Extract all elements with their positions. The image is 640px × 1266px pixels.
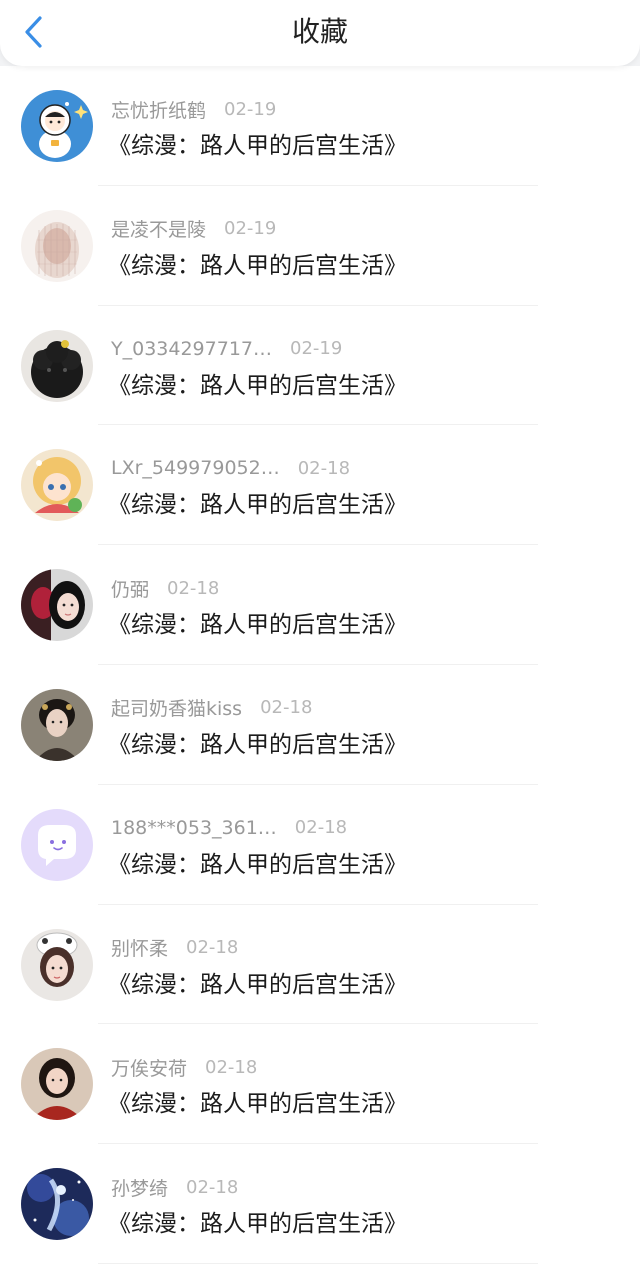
avatar[interactable] — [21, 449, 93, 522]
list-item[interactable]: 是凌不是陵 02-19 《综漫：路人甲的后宫生活》 — [0, 186, 640, 306]
item-meta: 孙梦绮 02-18 — [111, 1174, 238, 1200]
item-date: 02-19 — [224, 218, 277, 240]
item-date: 02-19 — [224, 98, 277, 120]
avatar[interactable] — [21, 209, 93, 282]
work-title[interactable]: 《综漫：路人甲的后宫生活》 — [108, 849, 407, 881]
top-bar: 收藏 — [0, 0, 640, 66]
list-item[interactable]: 忘忧折纸鹤 02-19 《综漫：路人甲的后宫生活》 — [0, 66, 640, 186]
item-meta: 188***053_361… 02-18 — [111, 815, 347, 841]
list-item[interactable]: 别怀柔 02-18 《综漫：路人甲的后宫生活》 — [0, 905, 640, 1025]
avatar[interactable] — [21, 1168, 93, 1241]
user-name[interactable]: 188***053_361… — [111, 817, 277, 839]
user-name[interactable]: 忘忧折纸鹤 — [111, 96, 206, 123]
user-name[interactable]: Y_0334297717… — [111, 338, 272, 360]
work-title[interactable]: 《综漫：路人甲的后宫生活》 — [108, 969, 407, 1001]
avatar[interactable] — [21, 569, 93, 642]
item-date: 02-18 — [297, 457, 351, 479]
work-title[interactable]: 《综漫：路人甲的后宫生活》 — [108, 609, 407, 641]
avatar[interactable] — [21, 1048, 93, 1121]
item-date: 02-18 — [260, 697, 313, 719]
work-title[interactable]: 《综漫：路人甲的后宫生活》 — [108, 1088, 407, 1120]
work-title[interactable]: 《综漫：路人甲的后宫生活》 — [108, 1208, 407, 1240]
list-item[interactable]: 188***053_361… 02-18 《综漫：路人甲的后宫生活》 — [0, 785, 640, 905]
work-title[interactable]: 《综漫：路人甲的后宫生活》 — [108, 370, 407, 402]
user-name[interactable]: 别怀柔 — [111, 934, 168, 961]
avatar[interactable] — [21, 90, 93, 162]
list-item[interactable]: 仍弼 02-18 《综漫：路人甲的后宫生活》 — [0, 545, 640, 665]
work-title[interactable]: 《综漫：路人甲的后宫生活》 — [108, 250, 407, 282]
user-name[interactable]: 仍弼 — [111, 575, 149, 602]
avatar[interactable] — [21, 688, 93, 761]
list-item[interactable]: 孙梦绮 02-18 《综漫：路人甲的后宫生活》 — [0, 1144, 640, 1264]
page-title: 收藏 — [291, 15, 348, 48]
avatar[interactable] — [21, 808, 93, 881]
item-meta: 是凌不是陵 02-19 — [111, 216, 276, 242]
work-title[interactable]: 《综漫：路人甲的后宫生活》 — [108, 729, 407, 761]
item-date: 02-18 — [205, 1056, 258, 1078]
user-name[interactable]: 万俟安荷 — [111, 1054, 187, 1081]
item-date: 02-18 — [186, 937, 239, 959]
work-title[interactable]: 《综漫：路人甲的后宫生活》 — [108, 489, 407, 521]
item-meta: 仍弼 02-18 — [111, 575, 219, 601]
avatar[interactable] — [21, 928, 93, 1001]
item-date: 02-19 — [290, 338, 343, 360]
item-date: 02-18 — [186, 1176, 239, 1198]
user-name[interactable]: 起司奶香猫kiss — [111, 694, 242, 721]
item-meta: Y_0334297717… 02-19 — [111, 336, 342, 362]
item-meta: 起司奶香猫kiss 02-18 — [111, 695, 312, 721]
user-name[interactable]: LXr_549979052… — [111, 457, 280, 479]
list-item[interactable]: 万俟安荷 02-18 《综漫：路人甲的后宫生活》 — [0, 1024, 640, 1144]
list-item[interactable]: 起司奶香猫kiss 02-18 《综漫：路人甲的后宫生活》 — [0, 665, 640, 785]
work-title[interactable]: 《综漫：路人甲的后宫生活》 — [108, 130, 407, 162]
user-name[interactable]: 是凌不是陵 — [111, 215, 206, 242]
list-item[interactable]: LXr_549979052… 02-18 《综漫：路人甲的后宫生活》 — [0, 425, 640, 545]
item-date: 02-18 — [167, 577, 220, 599]
item-date: 02-18 — [294, 817, 348, 839]
item-meta: 万俟安荷 02-18 — [111, 1054, 257, 1080]
avatar[interactable] — [21, 329, 93, 402]
list-item[interactable]: Y_0334297717… 02-19 《综漫：路人甲的后宫生活》 — [0, 306, 640, 426]
user-name[interactable]: 孙梦绮 — [111, 1174, 168, 1201]
item-meta: 忘忧折纸鹤 02-19 — [111, 96, 276, 122]
item-meta: 别怀柔 02-18 — [111, 935, 238, 961]
item-meta: LXr_549979052… 02-18 — [111, 455, 350, 481]
favorites-list: 忘忧折纸鹤 02-19 《综漫：路人甲的后宫生活》 是凌不是陵 02-19 《综… — [0, 66, 640, 1266]
